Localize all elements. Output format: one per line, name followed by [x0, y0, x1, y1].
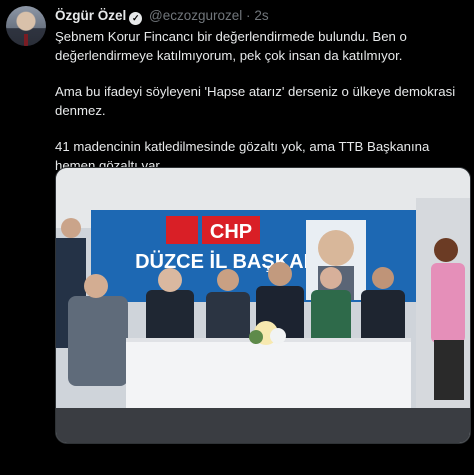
tweet-paragraph: Şebnem Korur Fincancı bir değerlendirmed…: [55, 29, 407, 63]
verified-badge-icon: ✓: [129, 12, 143, 25]
tweet-media-video[interactable]: CHP DÜZCE İL BAŞKANLIĞI: [55, 167, 471, 444]
author-handle[interactable]: @eczozgurozel: [149, 8, 242, 23]
tweet-header: Özgür Özel ✓ @eczozgurozel · 2s: [55, 7, 269, 25]
table: [126, 338, 411, 408]
author-avatar[interactable]: [6, 6, 46, 46]
tweet[interactable]: Özgür Özel ✓ @eczozgurozel · 2s Şebnem Ko…: [0, 0, 474, 475]
tweet-paragraph: Ama bu ifadeyi söyleyeni 'Hapse atarız' …: [55, 84, 456, 118]
banner-chp-text: CHP: [210, 221, 252, 243]
separator-dot: ·: [246, 8, 251, 23]
author-name[interactable]: Özgür Özel: [55, 8, 126, 23]
tweet-timestamp[interactable]: 2s: [254, 8, 268, 23]
press-conference-image: CHP DÜZCE İL BAŞKANLIĞI: [56, 168, 470, 443]
